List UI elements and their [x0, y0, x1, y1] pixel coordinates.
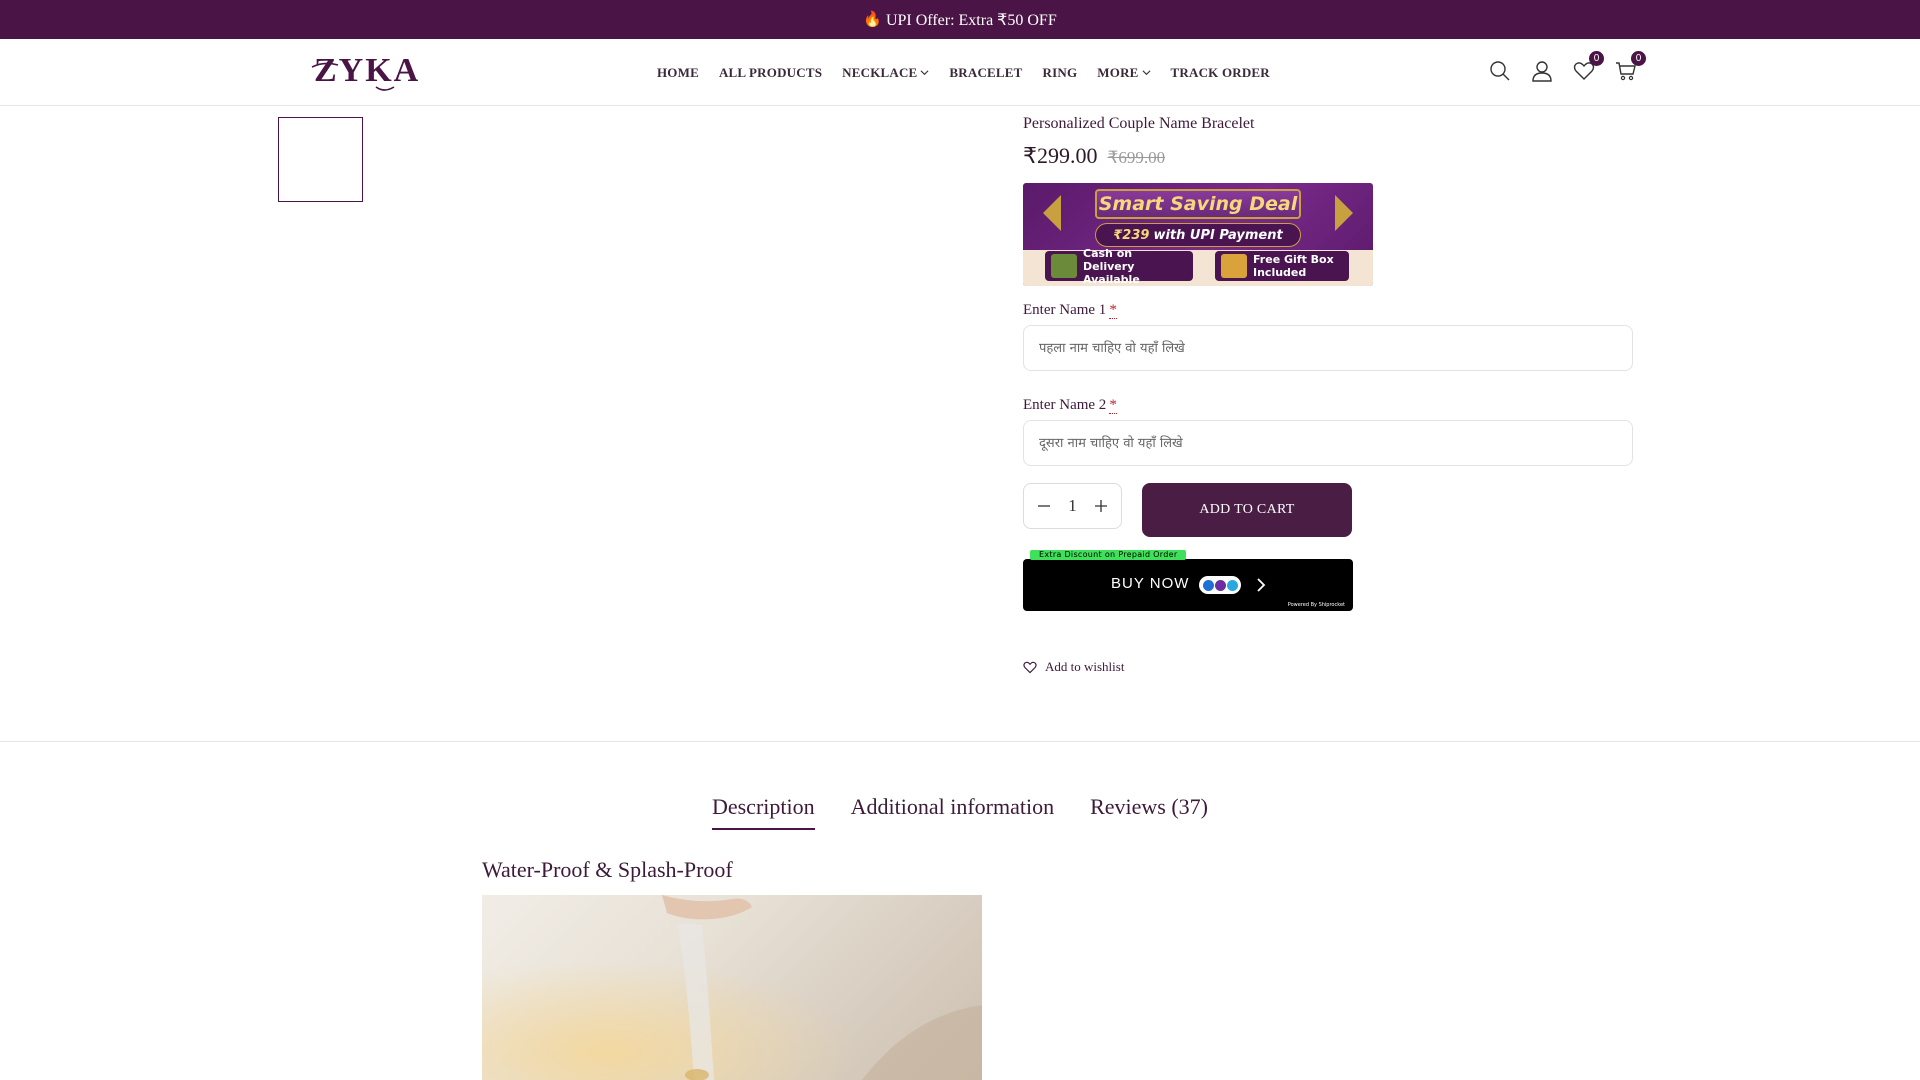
arrow-left-decoration [1043, 195, 1061, 231]
name1-input[interactable] [1023, 325, 1633, 371]
add-to-cart-button[interactable]: ADD TO CART [1142, 483, 1352, 537]
arrow-right-decoration [1335, 195, 1353, 231]
nav-home[interactable]: HOME [657, 65, 699, 81]
fire-icon: 🔥 [863, 12, 882, 28]
quantity-stepper: 1 [1023, 483, 1122, 529]
quantity-value[interactable]: 1 [1068, 496, 1077, 516]
product-title: Personalized Couple Name Bracelet [1023, 115, 1255, 132]
gift-text: Free Gift Box Included [1253, 253, 1334, 279]
nav-bracelet[interactable]: BRACELET [949, 65, 1022, 81]
name1-label: Enter Name 1 * [1023, 302, 1117, 319]
description-image [482, 895, 982, 1080]
wallet-icon [1051, 254, 1077, 278]
heart-icon [1023, 661, 1037, 673]
main-nav: HOME ALL PRODUCTS NECKLACE BRACELET RING… [657, 39, 1290, 106]
nav-more[interactable]: MORE [1097, 65, 1151, 81]
increase-quantity-button[interactable] [1091, 496, 1111, 516]
chevron-down-icon [1142, 70, 1151, 76]
product-thumbnail[interactable] [278, 117, 363, 202]
gift-pill: Free Gift Box Included [1215, 251, 1349, 281]
deal-upi-offer: ₹239 with UPI Payment [1095, 223, 1301, 247]
cod-text: Cash on Delivery Available [1083, 246, 1140, 286]
purchase-row: 1 ADD TO CART [1023, 483, 1633, 537]
account-button[interactable] [1530, 59, 1554, 83]
name2-input[interactable] [1023, 420, 1633, 466]
nav-necklace[interactable]: NECKLACE [842, 65, 929, 81]
header-icons: 0 0 [1488, 51, 1646, 83]
cart-button[interactable]: 0 [1614, 51, 1646, 83]
product-info: Personalized Couple Name Bracelet ₹299.0… [1023, 115, 1633, 675]
tab-description[interactable]: Description [711, 794, 815, 830]
description-heading: Water-Proof & Splash-Proof [482, 857, 733, 882]
original-price: ₹699.00 [1107, 148, 1166, 167]
tab-reviews[interactable]: Reviews (37) [1090, 794, 1208, 830]
decrease-quantity-button[interactable] [1034, 496, 1054, 516]
required-mark: * [1109, 397, 1117, 414]
sale-price: ₹299.00 [1023, 143, 1098, 168]
user-icon [1532, 61, 1552, 82]
search-icon [1490, 61, 1510, 81]
nav-all-products[interactable]: ALL PRODUCTS [719, 65, 822, 81]
price-row: ₹299.00 ₹699.00 [1023, 143, 1633, 169]
nav-track-order[interactable]: TRACK ORDER [1171, 65, 1270, 81]
logo-text: ZYKA [314, 52, 420, 89]
powered-by-text: Powered By Shiprocket [1287, 602, 1345, 608]
add-to-wishlist-label: Add to wishlist [1045, 659, 1125, 674]
tab-additional-information[interactable]: Additional information [851, 794, 1054, 830]
chevron-down-icon [920, 70, 929, 76]
deal-headline: Smart Saving Deal [1095, 189, 1301, 219]
name2-label: Enter Name 2 * [1023, 397, 1117, 414]
site-header: ZYKA HOME ALL PRODUCTS NECKLACE BRACELET… [0, 39, 1920, 106]
announcement-text: UPI Offer: Extra ₹50 OFF [885, 11, 1057, 29]
minus-icon [1038, 505, 1050, 507]
zyka-logo[interactable]: ZYKA [310, 49, 420, 93]
chevron-right-icon [1257, 578, 1266, 592]
prepaid-discount-tag: Extra Discount on Prepaid Order [1030, 550, 1187, 560]
buy-now-button[interactable]: Extra Discount on Prepaid Order BUY NOW … [1023, 550, 1353, 611]
payment-methods-icon [1199, 576, 1241, 594]
section-divider [0, 741, 1920, 742]
water-splash-image [482, 895, 982, 1080]
search-button[interactable] [1488, 59, 1512, 83]
smart-saving-deal-banner: Smart Saving Deal ₹239 with UPI Payment … [1023, 183, 1373, 286]
cart-count-badge: 0 [1631, 51, 1646, 66]
nav-ring[interactable]: RING [1043, 65, 1078, 81]
deal-upi-text: with UPI Payment [1153, 227, 1283, 243]
plus-icon [1095, 500, 1107, 512]
add-to-wishlist-link[interactable]: Add to wishlist [1023, 659, 1633, 675]
announcement-bar: 🔥 UPI Offer: Extra ₹50 OFF [0, 0, 1920, 39]
wishlist-button[interactable]: 0 [1572, 51, 1604, 83]
cod-pill: Cash on Delivery Available [1045, 247, 1193, 286]
required-mark: * [1109, 302, 1117, 319]
buy-now-label: BUY NOW [1111, 575, 1190, 592]
product-tabs: Description Additional information Revie… [0, 794, 1920, 830]
wishlist-count-badge: 0 [1589, 51, 1604, 66]
deal-upi-amount: ₹239 [1113, 227, 1150, 243]
gift-box-icon [1221, 254, 1247, 278]
